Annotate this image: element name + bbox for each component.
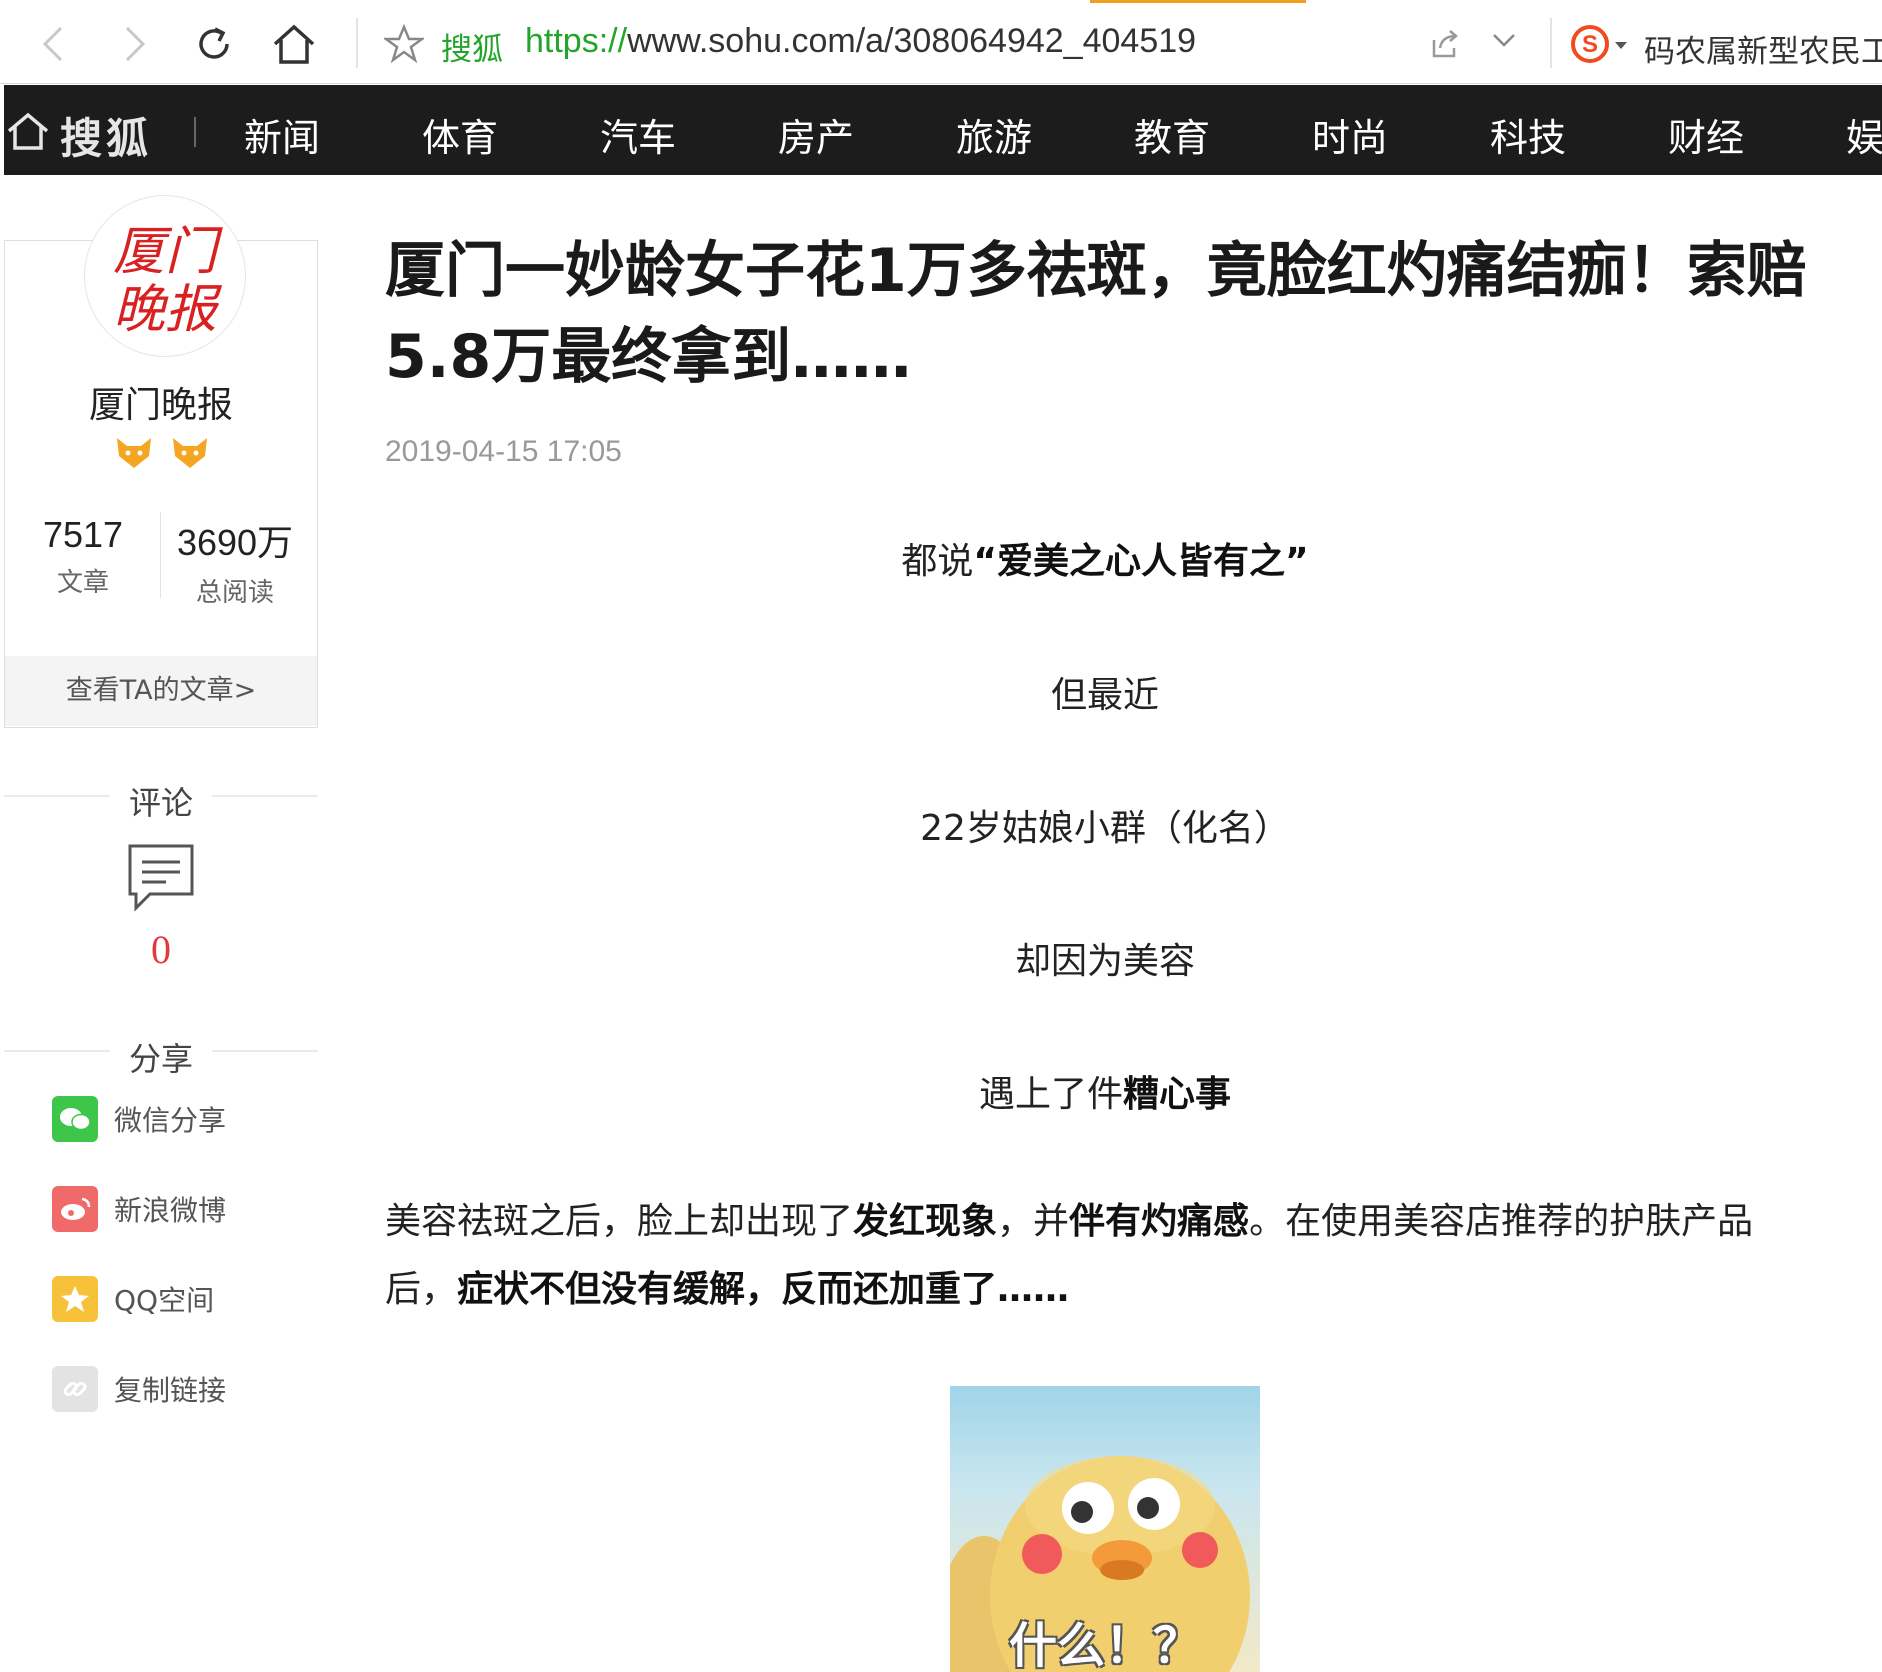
back-button[interactable] — [28, 18, 80, 70]
article-paragraph: 22岁姑娘小群（化名） — [920, 808, 1290, 849]
article-body-paragraph: 美容祛斑之后，脸上却出现了发红现象，并伴有灼痛感。在使用美容店推荐的护肤产品后，… — [385, 1188, 1825, 1324]
avatar-line-2: 晚报 — [113, 280, 223, 340]
url-path: www.sohu.com/a/308064942_404519 — [627, 22, 1197, 60]
sohu-home-link[interactable] — [6, 111, 50, 155]
bookmark-star-button[interactable] — [382, 23, 426, 68]
share-section-title: 分享 — [128, 1040, 193, 1078]
paragraph-emphasis: “爱美之心人皆有之” — [973, 541, 1309, 582]
article-paragraph: 但最近 — [1050, 675, 1159, 716]
body-text: ，并 — [997, 1201, 1070, 1242]
comment-button[interactable] — [126, 842, 196, 916]
url-scheme: https:// — [525, 22, 628, 60]
view-author-articles-link[interactable]: 查看TA的文章> — [5, 656, 317, 726]
body-text: 美容祛斑之后，脸上却出现了 — [385, 1201, 854, 1242]
weibo-icon — [52, 1186, 98, 1232]
nav-item-travel[interactable]: 旅游 — [956, 107, 1032, 162]
nav-item-fashion[interactable]: 时尚 — [1312, 107, 1388, 162]
articles-stat: 7517 文章 — [8, 514, 158, 599]
qzone-icon — [52, 1276, 98, 1322]
nav-item-realestate[interactable]: 房产 — [778, 107, 854, 162]
star-icon — [382, 23, 426, 64]
nav-divider — [194, 117, 196, 147]
reads-count: 3690万 — [176, 522, 294, 563]
address-dropdown-button[interactable] — [1490, 30, 1518, 54]
share-weibo-label: 新浪微博 — [114, 1194, 227, 1227]
nav-item-sports[interactable]: 体育 — [422, 107, 498, 162]
sogou-dropdown-button[interactable] — [1614, 36, 1628, 55]
body-emphasis: 症状不但没有缓解，反而还加重了…… — [457, 1269, 1070, 1310]
home-icon — [273, 24, 315, 64]
refresh-button[interactable] — [188, 18, 240, 70]
back-icon — [42, 26, 63, 62]
toolbar-divider-right — [1550, 18, 1552, 68]
nav-item-news[interactable]: 新闻 — [244, 107, 320, 162]
nav-item-tech[interactable]: 科技 — [1490, 107, 1566, 162]
share-weibo-button[interactable]: 新浪微博 — [52, 1186, 226, 1232]
address-bar[interactable]: https://www.sohu.com/a/308064942_404519 — [525, 22, 1196, 61]
share-qzone-label: QQ空间 — [114, 1284, 215, 1317]
share-wechat-button[interactable]: 微信分享 — [52, 1096, 226, 1142]
sogou-icon: S — [1571, 25, 1609, 63]
link-icon — [52, 1366, 98, 1412]
nav-item-entertainment[interactable]: 娱 — [1846, 107, 1882, 162]
share-icon — [1432, 30, 1458, 58]
copy-link-label: 复制链接 — [114, 1374, 227, 1407]
home-icon — [7, 112, 49, 150]
svg-text:S: S — [1582, 31, 1598, 58]
article-paragraph: 却因为美容 — [1014, 941, 1195, 982]
nav-item-auto[interactable]: 汽车 — [600, 107, 676, 162]
article-image-meme: 什么！？ — [950, 1386, 1260, 1672]
wechat-icon — [52, 1096, 98, 1142]
sogou-search-button[interactable]: S — [1570, 24, 1610, 68]
toolbar-divider — [356, 18, 358, 68]
paragraph-text: 都说 — [901, 541, 974, 582]
avatar[interactable]: 厦门 晚报 — [84, 195, 246, 357]
fox-badge-icon — [173, 438, 207, 468]
publish-time: 2019-04-15 17:05 — [385, 435, 622, 468]
nav-item-finance[interactable]: 财经 — [1668, 107, 1744, 162]
nav-item-education[interactable]: 教育 — [1134, 107, 1210, 162]
paragraph-emphasis: 糟心事 — [1123, 1074, 1232, 1115]
meme-caption: 什么！？ — [1008, 1618, 1201, 1672]
reads-stat: 3690万 总阅读 — [160, 514, 310, 609]
paragraph-text: 遇上了件 — [978, 1074, 1123, 1115]
copy-link-button[interactable]: 复制链接 — [52, 1366, 226, 1412]
article-title: 厦门一妙龄女子花1万多祛斑，竟脸红灼痛结痂！索赔5.8万最终拿到…… — [385, 236, 1807, 392]
browser-toolbar: 搜狐 https://www.sohu.com/a/308064942_4045… — [0, 0, 1882, 84]
refresh-icon — [199, 27, 229, 59]
home-button[interactable] — [268, 18, 320, 70]
body-emphasis: 发红现象 — [853, 1201, 998, 1242]
share-page-button[interactable] — [1428, 28, 1460, 64]
share-qzone-button[interactable]: QQ空间 — [52, 1276, 214, 1322]
forward-icon — [125, 26, 146, 62]
author-name[interactable]: 厦门晚报 — [0, 376, 322, 428]
xiamen-evening-news-logo: 厦门 晚报 — [113, 222, 223, 340]
comment-count[interactable]: 0 — [4, 926, 318, 973]
body-emphasis: 伴有灼痛感 — [1069, 1201, 1250, 1242]
user-account-name[interactable]: 码农属新型农民工 — [1644, 26, 1882, 71]
fox-badge-icon — [117, 438, 151, 468]
chevron-down-icon — [1493, 34, 1515, 47]
share-wechat-label: 微信分享 — [114, 1104, 227, 1137]
articles-label: 文章 — [56, 568, 109, 598]
forward-button[interactable] — [108, 18, 160, 70]
avatar-line-1: 厦门 — [113, 222, 223, 282]
sohu-logo[interactable]: 搜狐 — [60, 105, 152, 166]
site-identity-label: 搜狐 — [441, 32, 503, 68]
article-paragraph: 遇上了件糟心事 — [385, 1065, 1825, 1117]
loading-progress-bar — [1090, 0, 1306, 3]
articles-count: 7517 — [42, 514, 124, 555]
reads-label: 总阅读 — [195, 578, 274, 608]
caret-down-icon — [1615, 42, 1627, 49]
site-navigation: 搜狐 新闻 体育 汽车 房产 旅游 教育 时尚 科技 财经 娱 — [4, 85, 1882, 175]
article-paragraph: 都说“爱美之心人皆有之” — [385, 532, 1825, 584]
comments-section-title: 评论 — [128, 784, 193, 822]
comment-icon — [128, 844, 194, 912]
author-level-badges — [115, 436, 209, 470]
